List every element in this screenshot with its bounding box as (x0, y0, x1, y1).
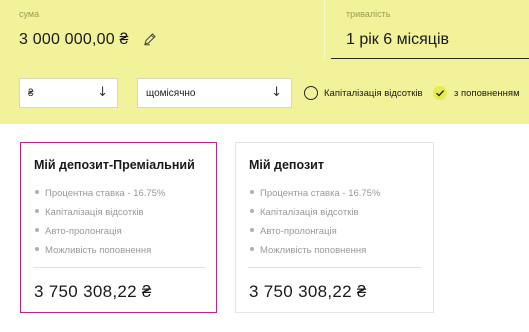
currency-select[interactable]: ₴ ↓ (19, 78, 118, 108)
check-icon (436, 90, 445, 97)
card-divider (33, 267, 205, 268)
replenishment-radio[interactable] (433, 86, 447, 100)
arrow-down-icon: ↓ (271, 85, 282, 100)
card-title: Мій депозит-Преміальний (34, 158, 195, 172)
card-feature: Процентна ставка - 16.75% (35, 188, 165, 199)
card-feature: Можливість поповнення (35, 245, 151, 256)
capitalization-option-label[interactable]: Капіталізація відсотків (324, 88, 423, 99)
card-total: 3 750 308,22 ₴ (249, 282, 367, 301)
card-title: Мій депозит (249, 158, 324, 172)
card-feature: Авто-пролонгація (35, 226, 122, 237)
capitalization-radio[interactable] (304, 86, 318, 100)
card-feature: Авто-пролонгація (250, 226, 337, 237)
duration-label: тривалість (346, 9, 391, 19)
arrow-down-icon: ↓ (97, 85, 108, 100)
panel-divider (324, 0, 325, 58)
frequency-select[interactable]: щомісячно ↓ (137, 78, 292, 108)
duration-underline (331, 58, 529, 59)
deposit-card-premium[interactable]: Мій депозит-Преміальний Процентна ставка… (20, 142, 217, 313)
amount-value[interactable]: 3 000 000,00 ₴ (19, 31, 129, 49)
amount-label: сума (19, 9, 40, 19)
card-total: 3 750 308,22 ₴ (34, 282, 152, 301)
currency-select-value: ₴ (28, 88, 34, 99)
card-feature: Можливість поповнення (250, 245, 366, 256)
card-feature: Капіталізація відсотків (250, 207, 359, 218)
deposit-calculator-panel: сума 3 000 000,00 ₴ тривалість 1 рік 6 м… (0, 0, 529, 124)
frequency-select-value: щомісячно (146, 88, 196, 99)
card-divider (248, 267, 422, 268)
duration-value[interactable]: 1 рік 6 місяців (346, 31, 449, 49)
card-feature: Процентна ставка - 16.75% (250, 188, 380, 199)
deposit-card-standard[interactable]: Мій депозит Процентна ставка - 16.75% Ка… (235, 142, 434, 313)
replenishment-option-label[interactable]: з поповненням (454, 88, 520, 99)
card-feature: Капіталізація відсотків (35, 207, 144, 218)
pencil-icon[interactable] (143, 32, 157, 46)
